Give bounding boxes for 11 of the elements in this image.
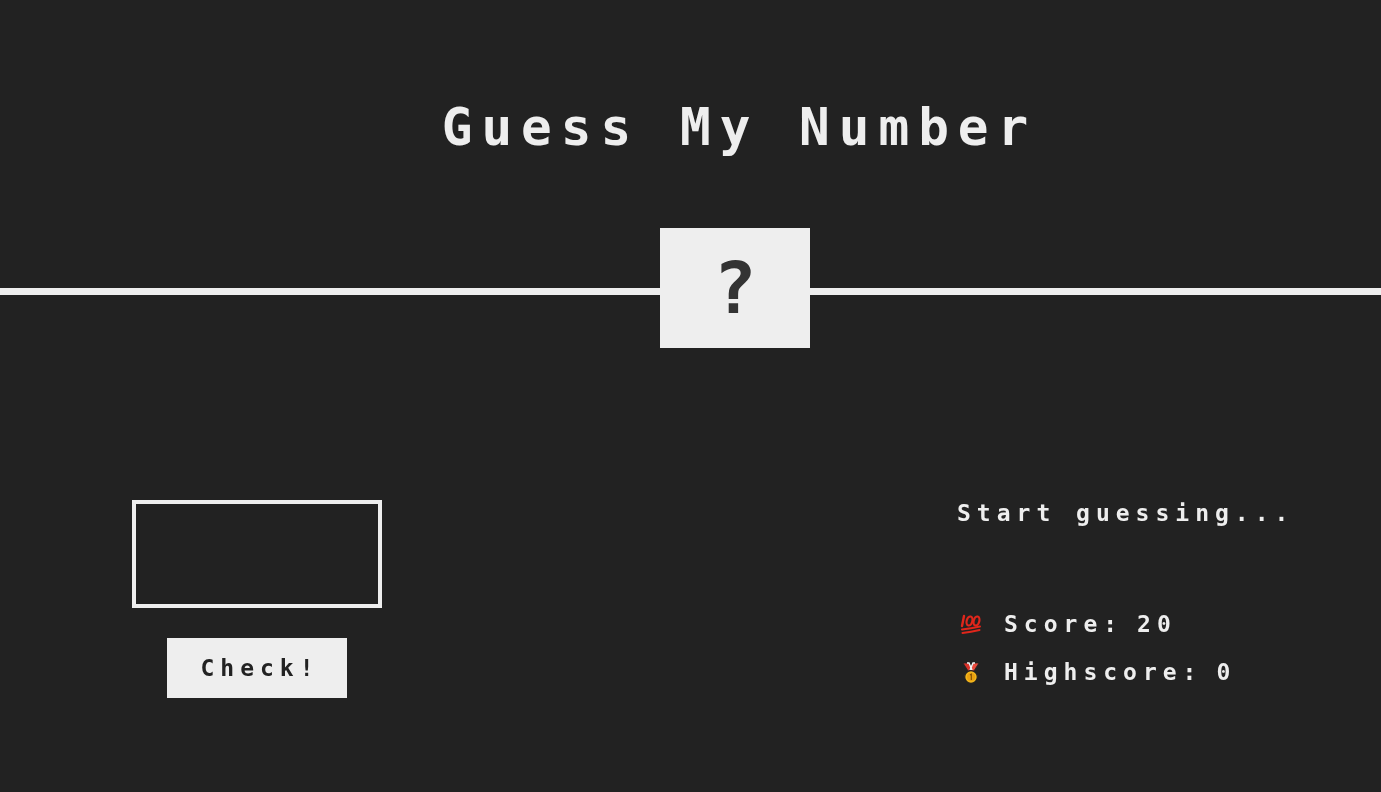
score-value: 20 [1137,610,1177,639]
highscore-label: Highscore: [1004,659,1203,687]
hundred-points-icon [960,613,982,636]
game-message: Start guessing... [957,500,1296,528]
guess-input[interactable] [132,500,382,608]
page-title: Guess My Number [440,97,1038,159]
check-button[interactable]: Check! [167,638,347,698]
secret-number: ? [660,228,810,348]
medal-icon [960,662,982,684]
score-label: Score: [1004,610,1124,639]
highscore-value: 0 [1216,659,1237,687]
